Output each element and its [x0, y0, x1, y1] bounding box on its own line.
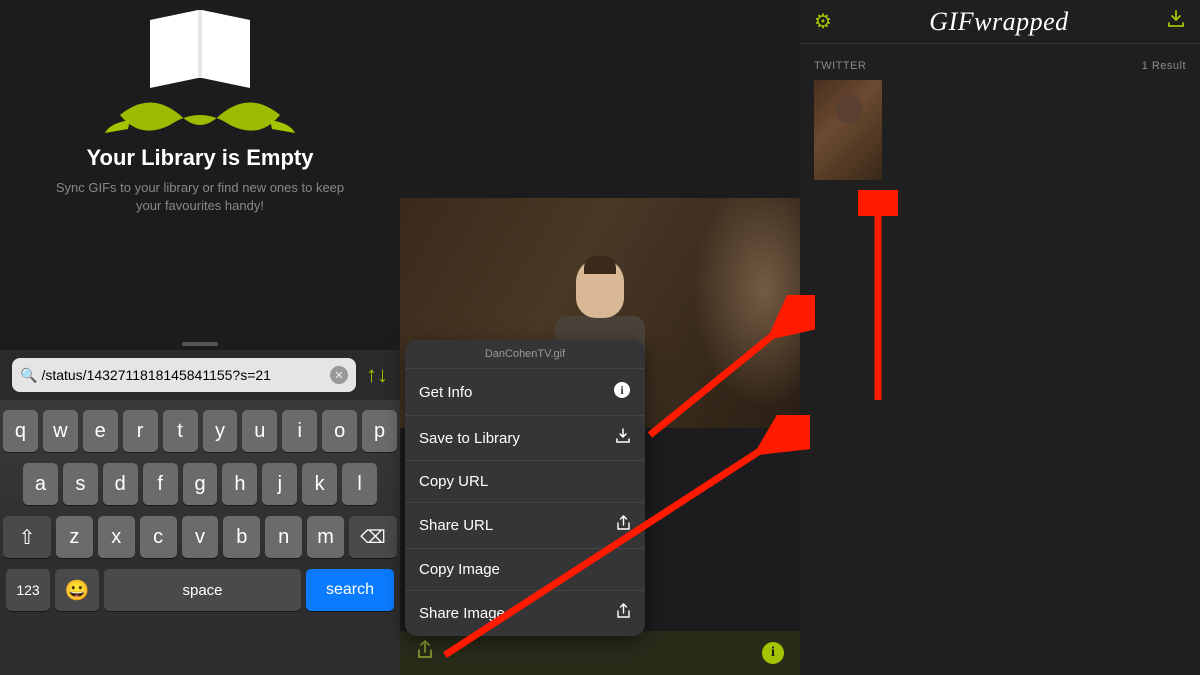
key-u[interactable]: u — [242, 410, 277, 452]
info-icon: i — [613, 381, 631, 403]
clear-icon[interactable]: ✕ — [330, 366, 348, 384]
key-z[interactable]: z — [56, 516, 93, 558]
toolbar: i — [400, 631, 800, 675]
keyboard[interactable]: qwertyuiop asdfghjkl ⇧ zxcvbnm ⌫ 123 😀 s… — [0, 400, 400, 675]
key-r[interactable]: r — [123, 410, 158, 452]
sheet-item-share-image[interactable]: Share Image — [405, 591, 645, 636]
sheet-item-get-info[interactable]: Get Info i — [405, 369, 645, 416]
result-count: 1 Result — [1142, 60, 1186, 72]
key-a[interactable]: a — [23, 463, 58, 505]
share-icon — [616, 603, 631, 624]
info-icon[interactable]: i — [762, 642, 784, 664]
key-t[interactable]: t — [163, 410, 198, 452]
empty-title: Your Library is Empty — [0, 145, 400, 171]
key-h[interactable]: h — [222, 463, 257, 505]
gif-thumbnail[interactable] — [814, 80, 882, 180]
sheet-item-share-url[interactable]: Share URL — [405, 503, 645, 549]
kb-row-1: qwertyuiop — [3, 410, 397, 452]
action-sheet: DanCohenTV.gif Get Info i Save to Library C… — [405, 340, 645, 636]
key-v[interactable]: v — [182, 516, 219, 558]
key-w[interactable]: w — [43, 410, 78, 452]
key-n[interactable]: n — [265, 516, 302, 558]
sort-icon[interactable]: ↑↓ — [366, 362, 388, 388]
search-field[interactable]: 🔍 ✕ — [12, 358, 356, 392]
sheet-items: Get Info i Save to Library Copy URL Share UR… — [405, 369, 645, 636]
key-q[interactable]: q — [3, 410, 38, 452]
search-key[interactable]: search — [306, 569, 394, 611]
key-d[interactable]: d — [103, 463, 138, 505]
key-b[interactable]: b — [223, 516, 260, 558]
sheet-item-label: Get Info — [419, 384, 472, 401]
gear-icon[interactable]: ⚙ — [814, 9, 832, 34]
sheet-item-label: Copy URL — [419, 473, 488, 490]
section-header: TWITTER 1 Result — [800, 44, 1200, 80]
download-icon — [615, 428, 631, 448]
space-key[interactable]: space — [104, 569, 301, 611]
search-input[interactable] — [41, 367, 330, 383]
key-x[interactable]: x — [98, 516, 135, 558]
sheet-title: DanCohenTV.gif — [405, 340, 645, 369]
sheet-item-label: Share Image — [419, 605, 505, 622]
key-l[interactable]: l — [342, 463, 377, 505]
sheet-item-copy-url[interactable]: Copy URL — [405, 461, 645, 503]
kb-row-2: asdfghjkl — [3, 463, 397, 505]
key-k[interactable]: k — [302, 463, 337, 505]
numeric-key[interactable]: 123 — [6, 569, 50, 611]
section-label: TWITTER — [814, 60, 866, 72]
sheet-item-save-to-library[interactable]: Save to Library — [405, 416, 645, 461]
grabber-icon[interactable] — [182, 342, 218, 346]
share-icon[interactable] — [416, 640, 434, 666]
search-row: 🔍 ✕ ↑↓ — [0, 350, 400, 400]
header: ⚙ GIFwrapped — [800, 0, 1200, 44]
sheet-item-copy-image[interactable]: Copy Image — [405, 549, 645, 591]
key-f[interactable]: f — [143, 463, 178, 505]
key-m[interactable]: m — [307, 516, 344, 558]
key-g[interactable]: g — [183, 463, 218, 505]
kb-row-3: ⇧ zxcvbnm ⌫ — [3, 516, 397, 558]
share-icon — [616, 515, 631, 536]
sheet-item-label: Save to Library — [419, 430, 520, 447]
key-j[interactable]: j — [262, 463, 297, 505]
key-e[interactable]: e — [83, 410, 118, 452]
shift-key[interactable]: ⇧ — [3, 516, 51, 558]
search-icon: 🔍 — [20, 367, 37, 384]
sheet-item-label: Copy Image — [419, 561, 500, 578]
empty-subtitle: Sync GIFs to your library or find new on… — [0, 179, 400, 215]
sheet-item-label: Share URL — [419, 517, 493, 534]
emoji-key[interactable]: 😀 — [55, 569, 99, 611]
brand-title: GIFwrapped — [929, 7, 1068, 37]
backspace-key[interactable]: ⌫ — [349, 516, 397, 558]
download-icon[interactable] — [1166, 9, 1186, 35]
book-icon — [135, 0, 265, 100]
key-o[interactable]: o — [322, 410, 357, 452]
key-s[interactable]: s — [63, 463, 98, 505]
key-c[interactable]: c — [140, 516, 177, 558]
key-i[interactable]: i — [282, 410, 317, 452]
key-y[interactable]: y — [203, 410, 238, 452]
key-p[interactable]: p — [362, 410, 397, 452]
